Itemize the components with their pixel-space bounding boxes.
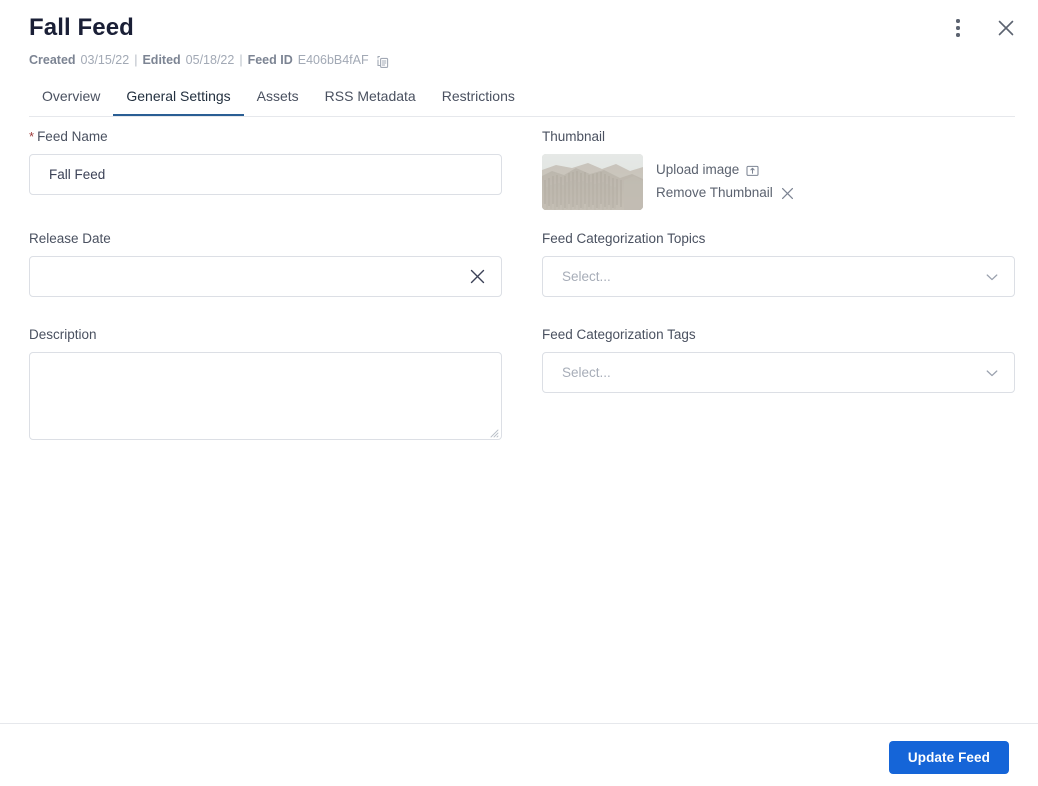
field-thumbnail: Thumbnail: [542, 128, 1015, 210]
field-description: Description: [29, 326, 502, 440]
topics-placeholder: Select...: [562, 269, 611, 284]
tab-bar: Overview General Settings Assets RSS Met…: [29, 82, 528, 117]
feed-name-value: Fall Feed: [49, 167, 105, 182]
remove-thumbnail-label: Remove Thumbnail: [656, 184, 773, 202]
chevron-down-icon[interactable]: [984, 365, 1000, 381]
feed-settings-panel: Fall Feed Created 03/15/22 | Edited 05/1…: [0, 0, 1038, 786]
meta-separator-2: |: [234, 52, 247, 69]
topics-label: Feed Categorization Topics: [542, 230, 1015, 247]
panel-header: Fall Feed Created 03/15/22 | Edited 05/1…: [0, 0, 1038, 78]
upload-image-label: Upload image: [656, 161, 739, 179]
release-date-label: Release Date: [29, 230, 502, 247]
update-feed-button[interactable]: Update Feed: [889, 741, 1009, 774]
tab-rss-metadata[interactable]: RSS Metadata: [312, 82, 429, 117]
tab-restrictions[interactable]: Restrictions: [429, 82, 528, 117]
thumbnail-row: Upload image Remove Thumbnail: [542, 154, 1015, 210]
upload-icon: [746, 164, 759, 177]
description-textarea[interactable]: [29, 352, 502, 440]
feed-name-label: *Feed Name: [29, 128, 502, 145]
tab-assets[interactable]: Assets: [244, 82, 312, 117]
edited-value: 05/18/22: [186, 52, 235, 69]
release-date-input[interactable]: [29, 256, 502, 297]
chevron-down-icon[interactable]: [984, 269, 1000, 285]
more-vertical-icon[interactable]: [944, 14, 972, 42]
feed-name-label-text: Feed Name: [37, 129, 108, 144]
created-label: Created: [29, 52, 76, 69]
close-icon: [780, 186, 795, 201]
page-title: Fall Feed: [29, 13, 134, 43]
tab-divider: [29, 116, 1015, 117]
field-tags: Feed Categorization Tags Select...: [542, 326, 1015, 393]
required-marker: *: [29, 129, 34, 144]
tags-select[interactable]: Select...: [542, 352, 1015, 393]
created-value: 03/15/22: [81, 52, 130, 69]
feed-metadata: Created 03/15/22 | Edited 05/18/22 | Fee…: [29, 52, 390, 69]
thumbnail-label: Thumbnail: [542, 128, 1015, 145]
meta-separator-1: |: [129, 52, 142, 69]
close-icon[interactable]: [992, 14, 1020, 42]
field-topics: Feed Categorization Topics Select...: [542, 230, 1015, 297]
feed-id-value: E406bB4fAF: [298, 52, 369, 69]
tags-placeholder: Select...: [562, 365, 611, 380]
description-label: Description: [29, 326, 502, 343]
upload-image-button[interactable]: Upload image: [656, 161, 795, 179]
clear-date-icon[interactable]: [468, 267, 487, 286]
feed-name-input[interactable]: Fall Feed: [29, 154, 502, 195]
thumbnail-actions: Upload image Remove Thumbnail: [656, 154, 795, 202]
copy-icon[interactable]: [376, 55, 390, 69]
thumbnail-image[interactable]: [542, 154, 643, 210]
edited-label: Edited: [142, 52, 180, 69]
feed-id-label: Feed ID: [248, 52, 293, 69]
tab-overview[interactable]: Overview: [29, 82, 113, 117]
description-value: [30, 353, 501, 373]
resize-handle-icon[interactable]: [487, 425, 499, 437]
header-actions: [944, 14, 1020, 42]
footer-divider: [0, 723, 1038, 724]
topics-select[interactable]: Select...: [542, 256, 1015, 297]
remove-thumbnail-button[interactable]: Remove Thumbnail: [656, 184, 795, 202]
tags-label: Feed Categorization Tags: [542, 326, 1015, 343]
field-release-date: Release Date: [29, 230, 502, 297]
field-feed-name: *Feed Name Fall Feed: [29, 128, 502, 195]
tab-general-settings[interactable]: General Settings: [113, 82, 243, 117]
